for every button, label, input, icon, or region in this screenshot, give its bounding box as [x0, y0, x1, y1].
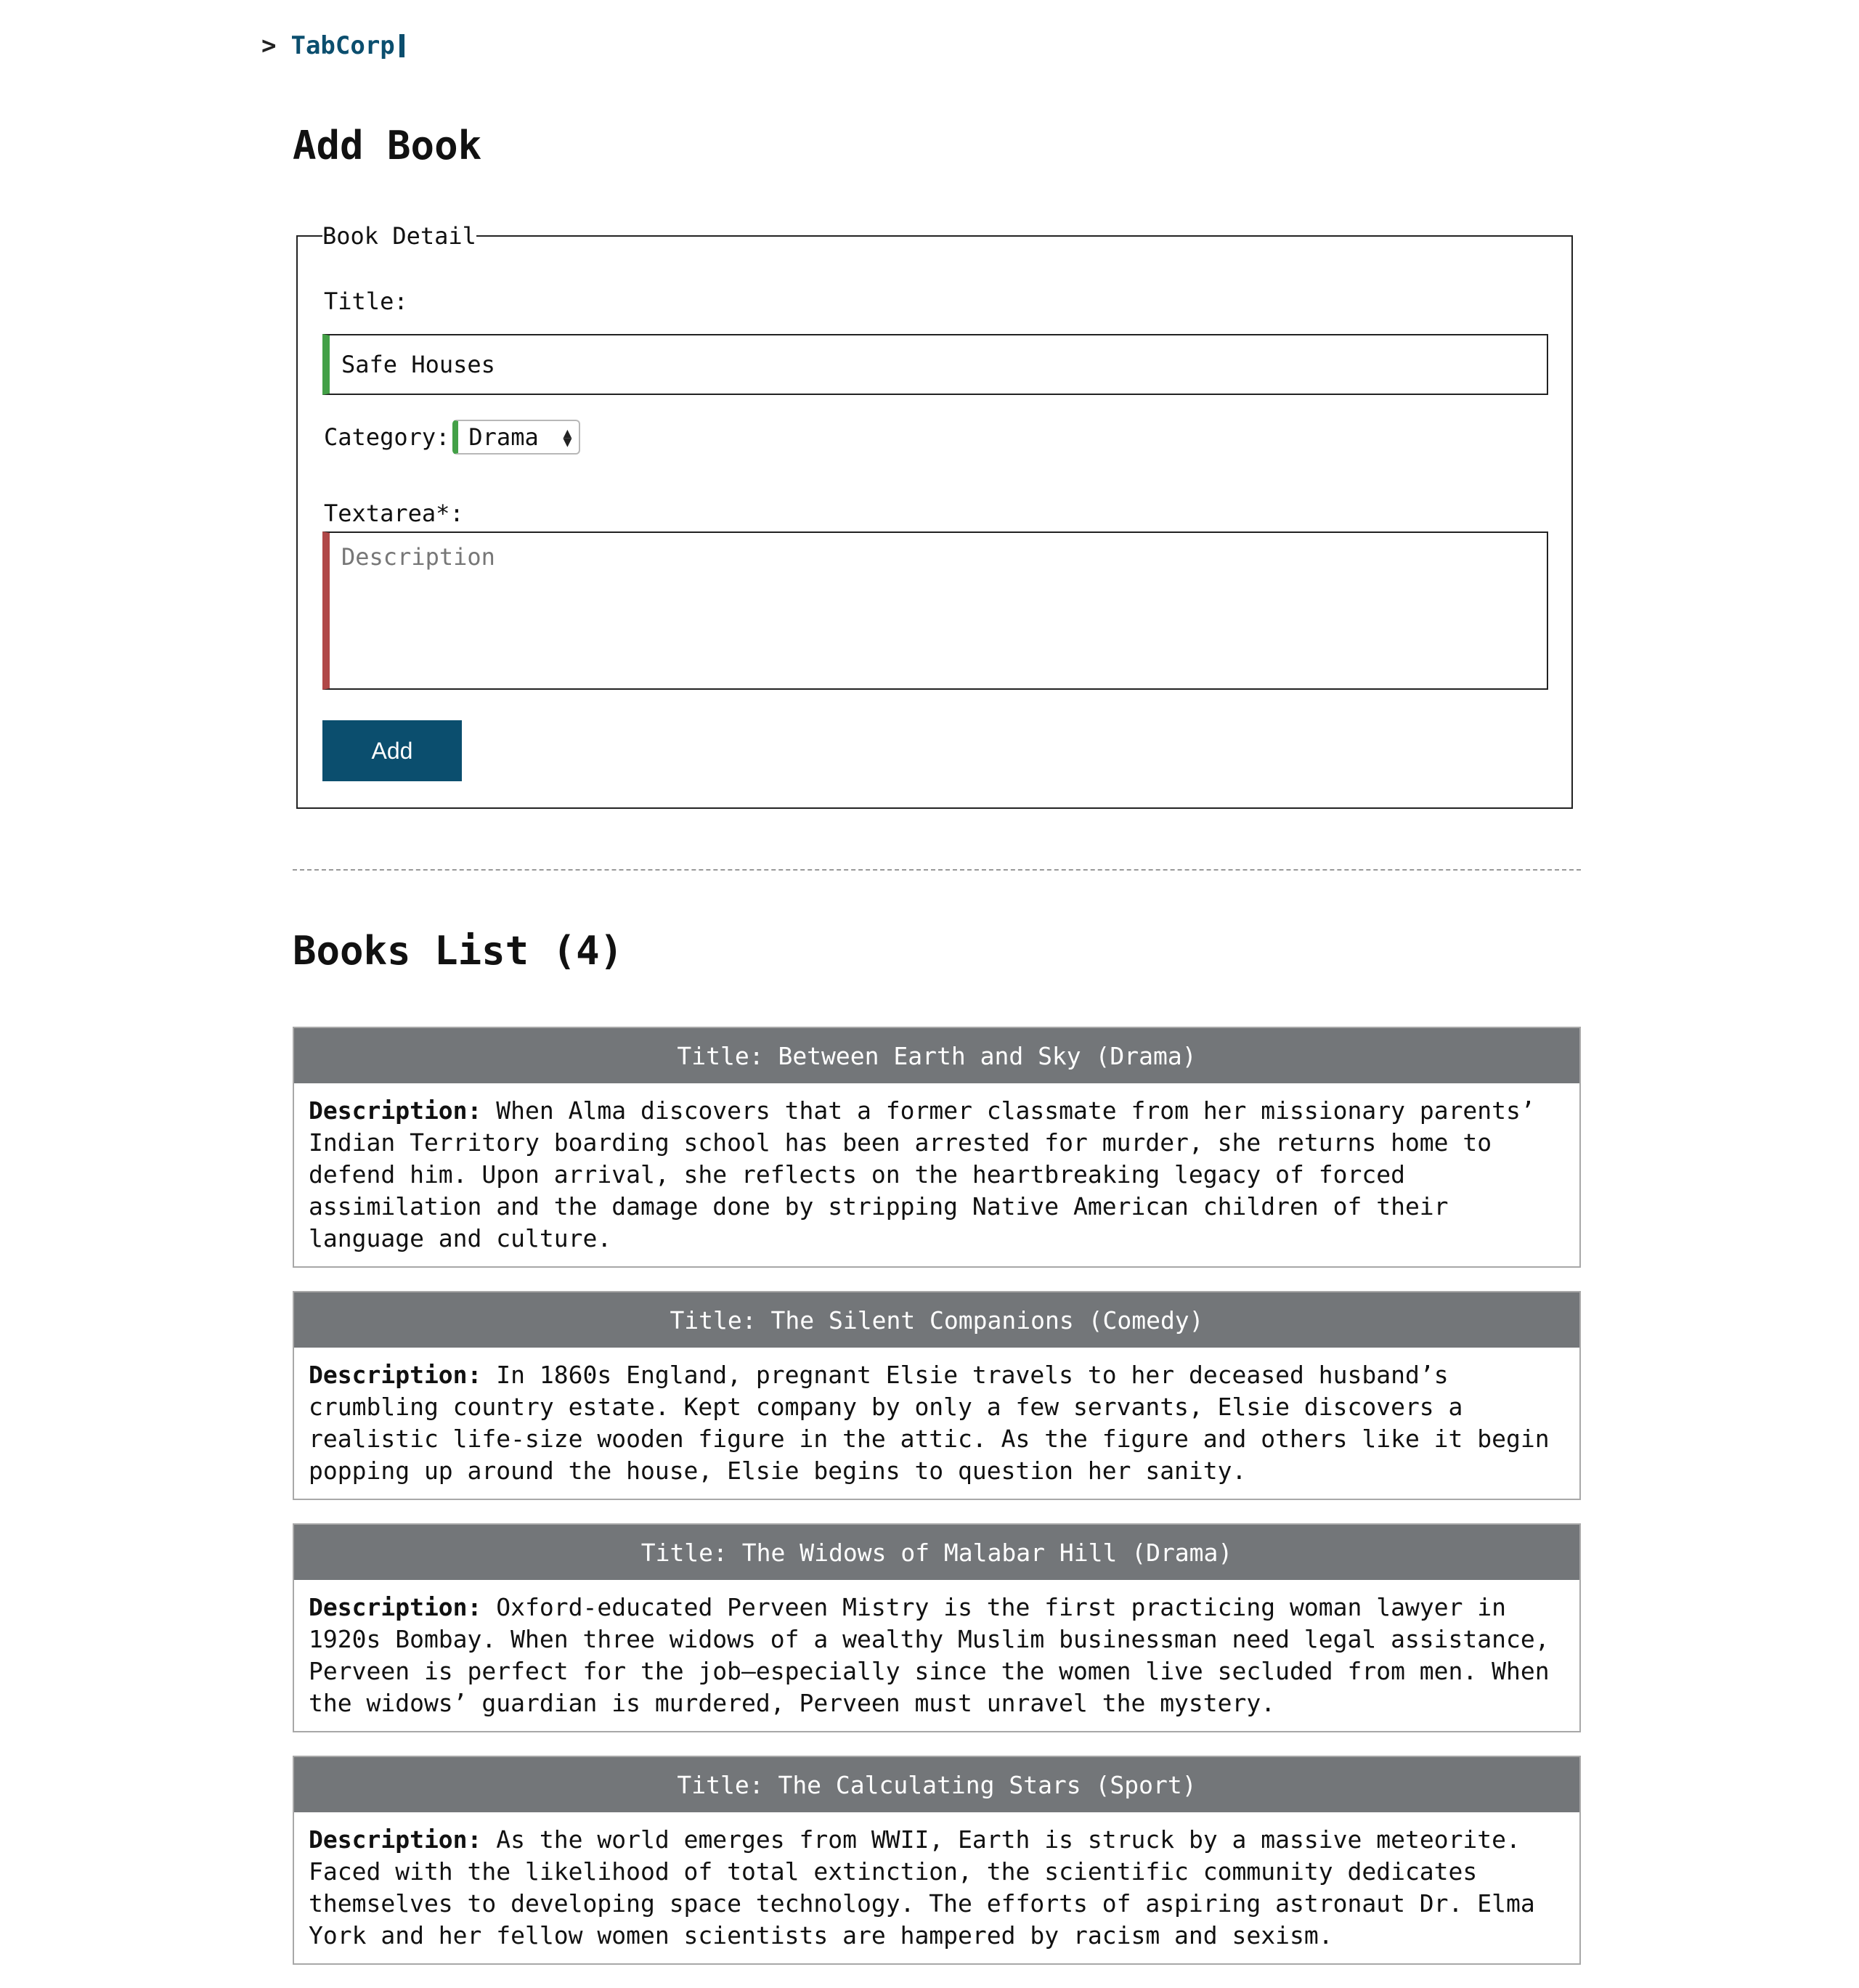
books-list-title: Books List (4): [293, 928, 624, 974]
book-card: Title: The Silent Companions (Comedy) De…: [293, 1291, 1581, 1500]
book-detail-fieldset: Book Detail Title: Safe Houses Category:…: [296, 222, 1573, 809]
book-description: Oxford-educated Perveen Mistry is the fi…: [309, 1593, 1550, 1717]
book-card-body: Description: When Alma discovers that a …: [294, 1083, 1579, 1266]
description-prefix: Description:: [309, 1825, 482, 1854]
description-label: Textarea*:: [324, 500, 464, 527]
category-selected-value: Drama: [468, 423, 539, 451]
description-prefix: Description:: [309, 1361, 482, 1389]
book-description: In 1860s England, pregnant Elsie travels…: [309, 1361, 1550, 1485]
book-card: Title: The Calculating Stars (Sport) Des…: [293, 1756, 1581, 1965]
book-card-header: Title: Between Earth and Sky (Drama): [294, 1028, 1579, 1083]
book-card: Title: The Widows of Malabar Hill (Drama…: [293, 1523, 1581, 1732]
brand[interactable]: > TabCorp: [261, 28, 404, 64]
description-textarea[interactable]: Description: [322, 531, 1548, 690]
section-divider: [293, 869, 1581, 871]
book-card-header: Title: The Silent Companions (Comedy): [294, 1292, 1579, 1348]
cursor-icon: [399, 34, 404, 57]
book-card-body: Description: In 1860s England, pregnant …: [294, 1348, 1579, 1499]
prompt-glyph: >: [261, 31, 277, 60]
category-label: Category:: [324, 423, 450, 451]
book-card-body: Description: As the world emerges from W…: [294, 1812, 1579, 1963]
select-arrows-icon: ▲ ▼: [563, 424, 572, 450]
description-prefix: Description:: [309, 1593, 482, 1621]
book-card-header: Title: The Calculating Stars (Sport): [294, 1757, 1579, 1812]
book-description: As the world emerges from WWII, Earth is…: [309, 1825, 1535, 1950]
book-card-header: Title: The Widows of Malabar Hill (Drama…: [294, 1525, 1579, 1580]
description-prefix: Description:: [309, 1096, 482, 1125]
fieldset-legend: Book Detail: [322, 222, 476, 250]
add-button[interactable]: Add: [322, 720, 462, 781]
category-select[interactable]: Drama ▲ ▼: [452, 420, 581, 455]
book-card-body: Description: Oxford-educated Perveen Mis…: [294, 1580, 1579, 1731]
books-list: Title: Between Earth and Sky (Drama) Des…: [293, 1027, 1581, 1988]
page-title: Add Book: [293, 123, 482, 168]
book-card: Title: Between Earth and Sky (Drama) Des…: [293, 1027, 1581, 1268]
book-description: When Alma discovers that a former classm…: [309, 1096, 1535, 1252]
category-row: Category: Drama ▲ ▼: [324, 420, 581, 455]
title-input[interactable]: Safe Houses: [322, 334, 1548, 395]
brand-name[interactable]: TabCorp: [290, 31, 394, 60]
title-label: Title:: [324, 288, 408, 315]
